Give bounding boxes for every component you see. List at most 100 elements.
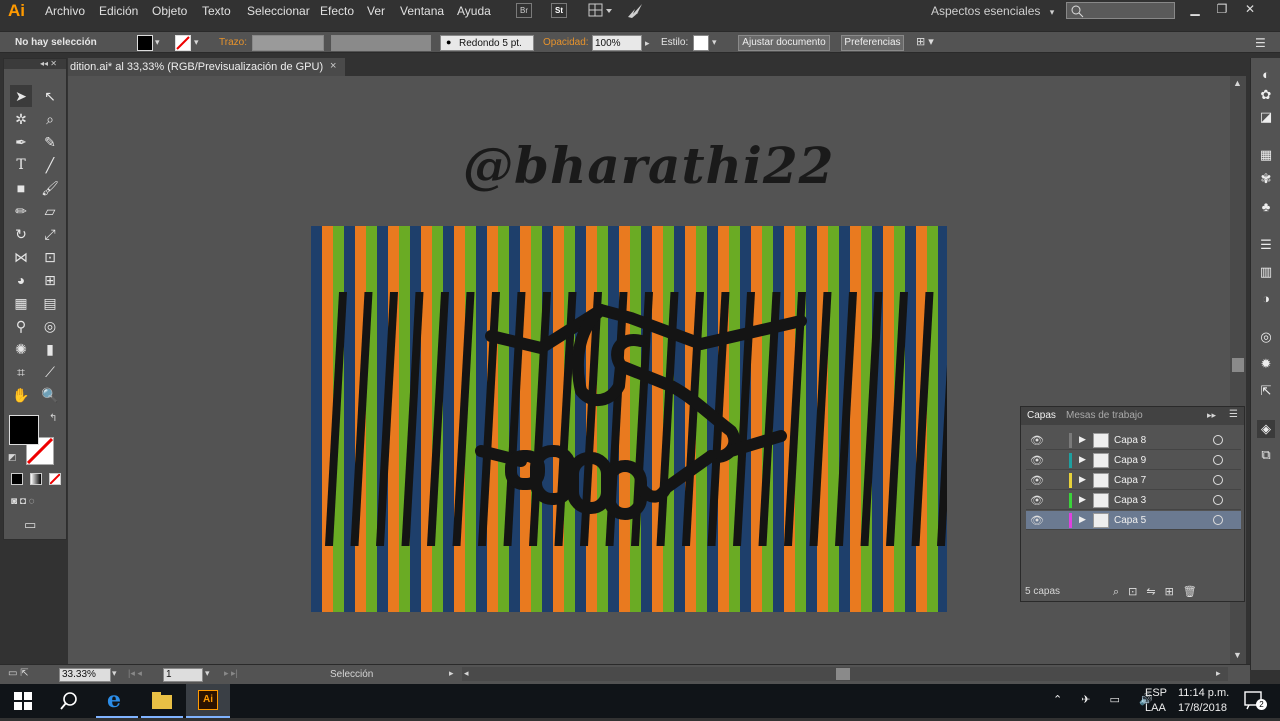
artboard-tool-icon[interactable]: ⌗ bbox=[10, 361, 32, 383]
zoom-input[interactable]: 33.33% bbox=[59, 668, 111, 682]
layer-name[interactable]: Capa 8 bbox=[1114, 435, 1146, 446]
scroll-up-icon[interactable]: ▲ bbox=[1233, 78, 1242, 88]
edge-browser-icon[interactable]: e bbox=[96, 684, 138, 718]
collapse-panel-icon[interactable]: ◂◂ ✕ bbox=[4, 59, 66, 69]
stock-button[interactable]: St bbox=[551, 3, 567, 18]
expand-layer-icon[interactable]: ▶ bbox=[1079, 474, 1086, 485]
layer-name[interactable]: Capa 7 bbox=[1114, 475, 1146, 486]
close-tab-icon[interactable]: × bbox=[330, 60, 336, 72]
chevron-right-icon[interactable]: ▸ bbox=[645, 38, 650, 49]
perspective-grid-tool-icon[interactable]: ⊞ bbox=[39, 269, 61, 291]
illustrator-taskbar-icon[interactable]: Ai bbox=[186, 684, 230, 718]
current-tool-status[interactable]: Selección bbox=[330, 669, 373, 680]
chevron-down-icon[interactable]: ▾ bbox=[194, 37, 199, 48]
chevron-down-icon[interactable]: ▾ bbox=[155, 37, 160, 48]
brush-definition-select[interactable]: ● Redondo 5 pt. bbox=[440, 35, 534, 51]
pencil-tool-icon[interactable]: ✏ bbox=[10, 200, 32, 222]
gpu-performance-icon[interactable] bbox=[626, 2, 644, 19]
layer-row[interactable]: 👁 ▶ Capa 8 bbox=[1026, 431, 1241, 450]
artwork-illustration[interactable] bbox=[311, 226, 947, 612]
shape-builder-tool-icon[interactable]: ◕ bbox=[10, 269, 32, 291]
scroll-thumb[interactable] bbox=[836, 668, 850, 680]
type-tool-icon[interactable]: T bbox=[10, 154, 32, 176]
scroll-thumb[interactable] bbox=[1232, 358, 1244, 372]
clock-date[interactable]: 17/8/2018 bbox=[1178, 702, 1227, 714]
visibility-eye-icon[interactable]: 👁 bbox=[1030, 514, 1044, 527]
selection-tool-icon[interactable]: ➤ bbox=[10, 85, 32, 107]
brushes-icon[interactable]: ✾ bbox=[1257, 170, 1275, 188]
layer-target-icon[interactable] bbox=[1213, 495, 1223, 505]
next-artboard-icon[interactable]: ▸ ▸| bbox=[224, 668, 238, 679]
appearance-icon[interactable]: ◎ bbox=[1257, 328, 1275, 346]
visibility-eye-icon[interactable]: 👁 bbox=[1030, 454, 1044, 467]
align-options-icon[interactable]: ⊞ ▾ bbox=[916, 35, 946, 51]
default-colors-icon[interactable]: ◩ bbox=[8, 452, 17, 463]
asset-export-icon[interactable]: ⇱ bbox=[1257, 382, 1275, 400]
blend-tool-icon[interactable]: ◎ bbox=[39, 315, 61, 337]
scroll-right-icon[interactable]: ▸ bbox=[1216, 668, 1221, 679]
first-artboard-icon[interactable]: |◂ ◂ bbox=[128, 668, 142, 679]
expand-layer-icon[interactable]: ▶ bbox=[1079, 434, 1086, 445]
windows-start-icon[interactable] bbox=[14, 692, 32, 710]
rectangle-tool-icon[interactable]: ■ bbox=[10, 177, 32, 199]
artboard-number-input[interactable]: 1 bbox=[163, 668, 203, 682]
visibility-eye-icon[interactable]: 👁 bbox=[1030, 474, 1044, 487]
fit-document-button[interactable]: Ajustar documento bbox=[738, 35, 830, 51]
file-explorer-icon[interactable] bbox=[141, 684, 183, 718]
tab-artboards[interactable]: Mesas de trabajo bbox=[1066, 410, 1143, 421]
none-mode-icon[interactable] bbox=[49, 473, 61, 485]
line-tool-icon[interactable]: ╱ bbox=[39, 154, 61, 176]
layer-row[interactable]: 👁 ▶ Capa 3 bbox=[1026, 491, 1241, 510]
expand-layer-icon[interactable]: ▶ bbox=[1079, 494, 1086, 505]
pen-tool-icon[interactable]: ✒ bbox=[10, 131, 32, 153]
menu-efecto[interactable]: Efecto bbox=[320, 4, 354, 18]
tab-layers[interactable]: Capas bbox=[1027, 410, 1056, 421]
menu-edicion[interactable]: Edición bbox=[99, 4, 138, 18]
arrange-documents-icon[interactable] bbox=[588, 3, 614, 18]
transparency-icon[interactable]: ◑ bbox=[1257, 290, 1275, 308]
stroke-label[interactable]: Trazo: bbox=[219, 37, 247, 48]
artboard-nav-icon[interactable]: ▭ ⇱ bbox=[8, 668, 29, 679]
eyedropper-tool-icon[interactable]: ⚲ bbox=[10, 315, 32, 337]
symbols-icon[interactable]: ♣ bbox=[1257, 198, 1275, 216]
opacity-label[interactable]: Opacidad: bbox=[543, 37, 589, 48]
menu-ayuda[interactable]: Ayuda bbox=[457, 4, 491, 18]
color-mode-icon[interactable] bbox=[11, 473, 23, 485]
stroke-panel-icon[interactable]: ☰ bbox=[1257, 236, 1275, 254]
chevron-down-icon[interactable]: ▾ bbox=[112, 668, 117, 679]
notifications-icon[interactable]: 2 bbox=[1243, 690, 1267, 712]
free-transform-tool-icon[interactable]: ⊡ bbox=[39, 246, 61, 268]
panel-menu-icon[interactable]: ☰ bbox=[1255, 36, 1266, 50]
menu-archivo[interactable]: Archivo bbox=[45, 4, 85, 18]
close-window-button[interactable]: ✕ bbox=[1240, 2, 1260, 18]
scroll-down-icon[interactable]: ▼ bbox=[1233, 650, 1242, 660]
zoom-tool-icon[interactable]: 🔍 bbox=[39, 384, 61, 406]
restore-button[interactable]: ❐ bbox=[1212, 2, 1232, 18]
horizontal-scrollbar[interactable]: ◂ ▸ bbox=[462, 667, 1228, 681]
chevron-down-icon[interactable]: ▾ bbox=[205, 668, 210, 679]
document-tab[interactable]: dition.ai* al 33,33% (RGB/Previsualizaci… bbox=[68, 58, 345, 76]
drawing-modes-icon[interactable]: ◙ ◘ ◌ bbox=[11, 496, 63, 510]
language-bottom[interactable]: LAA bbox=[1145, 702, 1166, 714]
collapse-panel-icon[interactable]: ▸▸ bbox=[1207, 410, 1216, 421]
lasso-tool-icon[interactable]: ⌕ bbox=[39, 108, 61, 130]
panel-menu-icon[interactable]: ☰ bbox=[1229, 409, 1238, 420]
preferences-button[interactable]: Preferencias bbox=[841, 35, 904, 51]
workspace-switcher[interactable]: Aspectos esenciales ▾ bbox=[931, 4, 1054, 18]
menu-seleccionar[interactable]: Seleccionar bbox=[247, 4, 310, 18]
layer-name[interactable]: Capa 9 bbox=[1114, 455, 1146, 466]
menu-objeto[interactable]: Objeto bbox=[152, 4, 187, 18]
fill-swatch[interactable] bbox=[137, 35, 153, 51]
opacity-input[interactable]: 100% bbox=[592, 35, 642, 51]
graphic-styles-icon[interactable]: ✹ bbox=[1257, 355, 1275, 373]
variable-width-profile[interactable] bbox=[331, 35, 431, 51]
layer-actions-icon[interactable]: ⌕⊡⇋⊞🗑 bbox=[1113, 585, 1206, 599]
search-icon[interactable] bbox=[60, 692, 78, 710]
layer-target-icon[interactable] bbox=[1213, 455, 1223, 465]
layer-row[interactable]: 👁 ▶ Capa 5 bbox=[1026, 511, 1241, 530]
libraries-icon[interactable]: ◪ bbox=[1257, 108, 1275, 126]
artwork-handle-text[interactable]: @bharathi22 bbox=[463, 136, 834, 195]
hand-tool-icon[interactable]: ✋ bbox=[10, 384, 32, 406]
clock-time[interactable]: 11:14 p.m. bbox=[1178, 687, 1229, 699]
eraser-tool-icon[interactable]: ▱ bbox=[39, 200, 61, 222]
